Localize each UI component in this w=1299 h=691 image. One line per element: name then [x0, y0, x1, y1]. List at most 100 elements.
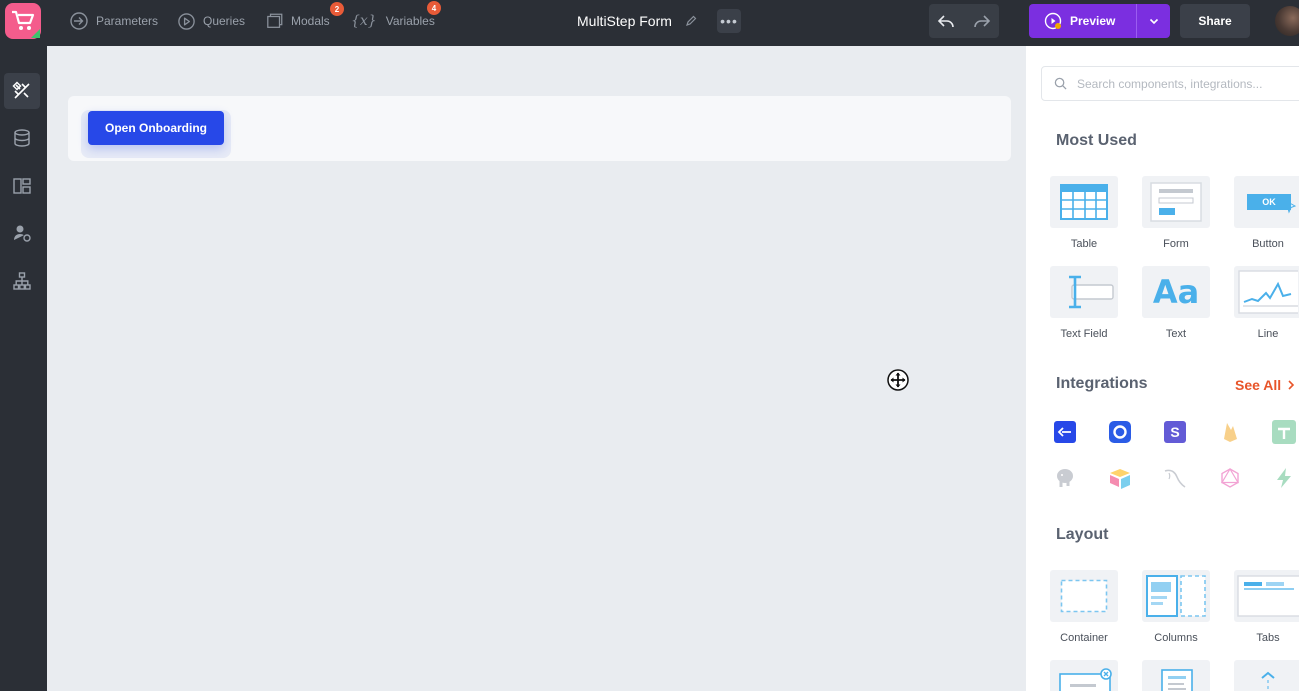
mysql-icon — [1164, 469, 1186, 488]
postgres-icon — [1057, 469, 1073, 487]
document-icon — [1161, 669, 1193, 691]
table-thumbnail — [1050, 176, 1118, 228]
nav-modals-label: Modals — [291, 14, 330, 28]
component-search[interactable] — [1041, 66, 1299, 101]
component-modal[interactable] — [1050, 660, 1118, 691]
scroll-thumbnail — [1234, 660, 1299, 691]
container-icon — [1060, 579, 1108, 613]
nav-variables[interactable]: {x} Variables — [351, 10, 435, 32]
component-container[interactable]: Container — [1050, 570, 1118, 644]
chevron-up-icon — [1261, 671, 1275, 691]
pencil-icon[interactable] — [685, 15, 697, 27]
component-columns-label: Columns — [1154, 632, 1198, 644]
graphql-icon — [1220, 467, 1240, 488]
see-all-link[interactable]: See All — [1235, 377, 1297, 393]
text-thumbnail: Aa — [1142, 266, 1210, 318]
modals-icon — [267, 13, 283, 28]
component-columns[interactable]: Columns — [1142, 570, 1210, 644]
form-thumbnail — [1142, 176, 1210, 228]
component-tabs[interactable]: Tabs — [1234, 570, 1299, 644]
app-logo[interactable] — [5, 3, 41, 39]
more-options-button[interactable]: ••• — [717, 9, 741, 33]
chevron-down-icon — [1149, 18, 1158, 25]
component-text-field[interactable]: Text Field — [1050, 266, 1118, 340]
rail-item-database[interactable] — [4, 120, 40, 156]
hierarchy-icon — [13, 272, 31, 290]
nav-queries[interactable]: Queries — [177, 10, 245, 32]
button-thumbnail: OK — [1234, 176, 1299, 228]
integration-stripe[interactable]: S — [1163, 420, 1187, 444]
component-button[interactable]: OK Button — [1234, 176, 1299, 250]
user-settings-icon — [14, 225, 31, 242]
redo-icon[interactable] — [973, 12, 991, 30]
component-document[interactable] — [1142, 660, 1210, 691]
user-avatar[interactable] — [1275, 6, 1299, 36]
preview-label: Preview — [1070, 14, 1116, 28]
layout-icon — [13, 178, 31, 194]
preview-button[interactable]: Preview — [1029, 4, 1136, 38]
integration-postgres[interactable] — [1053, 466, 1077, 490]
layout-heading: Layout — [1056, 526, 1109, 543]
open-onboarding-button[interactable]: Open Onboarding — [88, 111, 224, 145]
component-line[interactable]: Line — [1234, 266, 1299, 340]
integration-api[interactable] — [1053, 420, 1077, 444]
integration-airtable[interactable] — [1108, 466, 1132, 490]
component-line-label: Line — [1257, 328, 1279, 340]
search-input[interactable] — [1077, 76, 1297, 91]
canvas-container[interactable]: Open Onboarding — [68, 96, 1011, 161]
preview-play-icon — [1044, 12, 1062, 30]
table-icon — [1060, 184, 1108, 220]
columns-thumbnail — [1142, 570, 1210, 622]
google-sheets-icon — [1272, 420, 1296, 444]
undo-icon[interactable] — [937, 12, 955, 30]
variables-count-badge: 4 — [427, 1, 441, 15]
logo-corner-mark — [31, 29, 40, 38]
most-used-heading: Most Used — [1056, 132, 1137, 149]
nav-parameters-label: Parameters — [96, 14, 159, 28]
document-thumbnail — [1142, 660, 1210, 691]
stripe-icon: S — [1164, 421, 1186, 443]
integration-mysql[interactable] — [1163, 466, 1187, 490]
see-all-label: See All — [1235, 377, 1282, 393]
text-field-icon — [1069, 275, 1114, 309]
zapier-icon — [1277, 468, 1291, 488]
nav-queries-label: Queries — [203, 14, 246, 28]
integration-onboarding[interactable] — [1108, 420, 1132, 444]
tabs-icon — [1237, 575, 1299, 617]
design-icon — [12, 81, 30, 99]
tabs-thumbnail — [1234, 570, 1299, 622]
left-rail — [0, 46, 47, 691]
component-text[interactable]: Aa Text — [1142, 266, 1210, 340]
chevron-right-icon — [1288, 380, 1295, 390]
search-icon — [1054, 77, 1067, 90]
parameters-icon — [70, 12, 88, 30]
text-icon: Aa — [1152, 273, 1200, 311]
columns-icon — [1146, 575, 1206, 617]
rail-item-user-settings[interactable] — [4, 215, 40, 251]
line-chart-icon — [1238, 270, 1298, 314]
preview-dropdown-button[interactable] — [1136, 4, 1170, 38]
integration-firebase[interactable] — [1218, 420, 1242, 444]
rail-item-design[interactable] — [4, 73, 40, 109]
airtable-icon — [1110, 469, 1130, 489]
component-button-label: Button — [1252, 238, 1284, 250]
nav-parameters[interactable]: Parameters — [69, 10, 158, 32]
integrations-heading: Integrations — [1056, 375, 1148, 392]
editor-canvas[interactable]: Open Onboarding — [47, 46, 1026, 691]
form-icon — [1150, 182, 1202, 222]
component-scroll[interactable] — [1234, 660, 1299, 691]
modals-count-badge: 2 — [330, 2, 344, 16]
onboarding-icon — [1109, 421, 1131, 443]
rail-item-hierarchy[interactable] — [4, 263, 40, 299]
integration-google-sheets[interactable] — [1272, 420, 1296, 444]
component-table[interactable]: Table — [1050, 176, 1118, 250]
component-container-label: Container — [1060, 632, 1108, 644]
integration-graphql[interactable] — [1218, 466, 1242, 490]
rail-item-layout[interactable] — [4, 168, 40, 204]
integration-zapier[interactable] — [1272, 466, 1296, 490]
button-icon: OK — [1247, 194, 1291, 210]
nav-modals[interactable]: Modals — [266, 10, 330, 32]
share-button[interactable]: Share — [1180, 4, 1250, 38]
nav-variables-label: Variables — [385, 14, 435, 28]
component-form[interactable]: Form — [1142, 176, 1210, 250]
